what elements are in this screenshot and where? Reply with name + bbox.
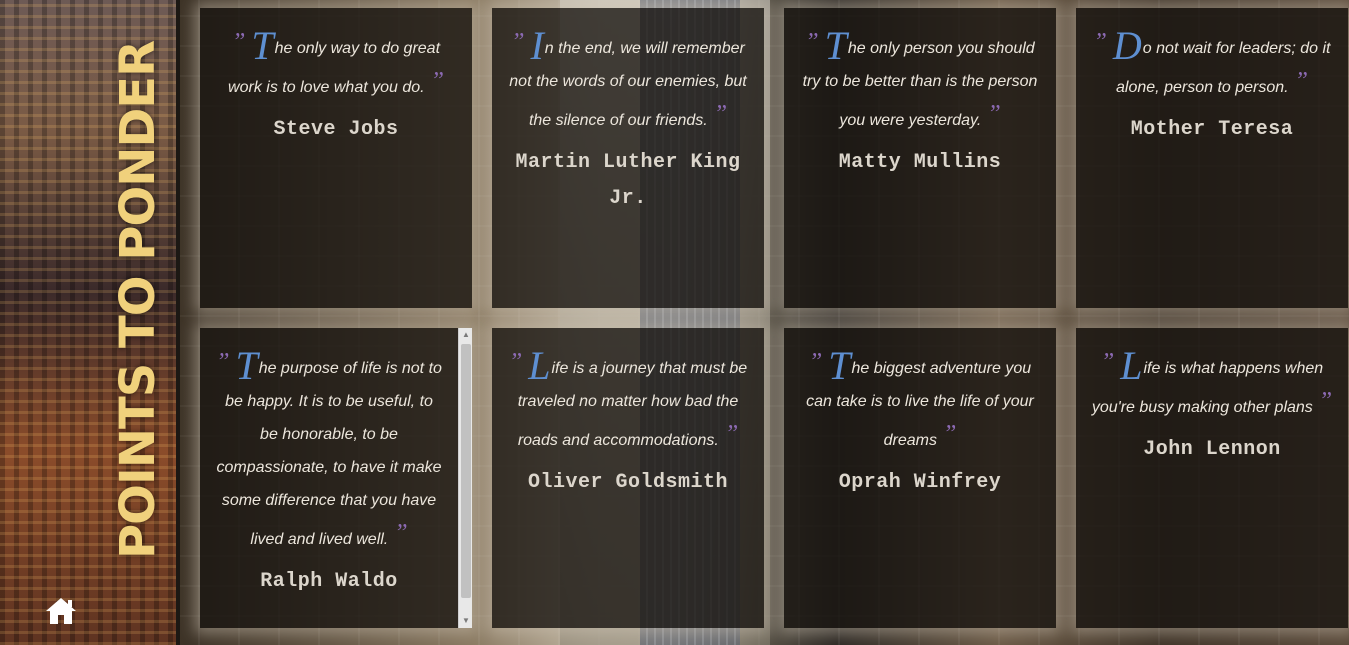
quote-text: ” Life is what happens when you're busy m…	[1076, 328, 1348, 424]
quote-author: Oliver Goldsmith	[527, 471, 729, 494]
scroll-up-arrow-icon[interactable]: ▲	[459, 328, 472, 342]
quote-text: ” The only way to do great work is to lov…	[200, 8, 472, 104]
open-quote-mark: ”	[1093, 29, 1107, 55]
quote-initial: L	[528, 343, 551, 388]
close-quote-mark: ”	[1318, 388, 1333, 414]
scroll-down-arrow-icon[interactable]: ▼	[459, 614, 472, 628]
quote-author: Ralph Waldo	[260, 570, 398, 593]
quote-author: Steve Jobs	[273, 118, 399, 141]
quote-initial: I	[530, 23, 544, 68]
quote-initial: L	[1120, 343, 1143, 388]
quote-body: n the end, we will remember not the word…	[509, 40, 747, 129]
quote-text: ” The biggest adventure you can take is t…	[784, 328, 1056, 457]
poster-title: POINTS TO PONDER	[110, 40, 166, 559]
open-quote-mark: ”	[805, 29, 819, 55]
quote-card: ” Do not wait for leaders; do it alone, p…	[1076, 8, 1348, 308]
close-quote-mark: ”	[713, 101, 728, 127]
open-quote-mark: ”	[808, 349, 823, 375]
quote-card-scrollable[interactable]: ” The purpose of life is not to be happy.…	[200, 328, 472, 628]
card-scrollbar[interactable]: ▲ ▼	[458, 328, 472, 628]
scroll-thumb[interactable]	[461, 344, 471, 598]
open-quote-mark: ”	[1100, 349, 1115, 375]
quote-text: ” Do not wait for leaders; do it alone, p…	[1076, 8, 1348, 104]
open-quote-mark: ”	[231, 29, 246, 55]
quote-initial: T	[828, 343, 851, 388]
open-quote-mark: ”	[508, 349, 523, 375]
close-quote-mark: ”	[943, 421, 957, 447]
quote-text: ” Life is a journey that must be traveled…	[492, 328, 764, 457]
quote-card: ” The only way to do great work is to lov…	[200, 8, 472, 308]
quote-card: ” The only person you should try to be be…	[784, 8, 1056, 308]
quote-text: ” The only person you should try to be be…	[784, 8, 1056, 137]
close-quote-mark: ”	[724, 421, 739, 447]
quote-author: Martin Luther King Jr.	[515, 151, 741, 210]
quote-author: Oprah Winfrey	[838, 471, 1002, 494]
open-quote-mark: ”	[511, 29, 525, 55]
open-quote-mark: ”	[216, 349, 230, 375]
quote-body: he purpose of life is not to be happy. I…	[216, 360, 442, 548]
quote-card: ” Life is a journey that must be traveled…	[492, 328, 764, 628]
quote-body: ife is a journey that must be traveled n…	[517, 360, 748, 449]
quote-initial: T	[235, 343, 258, 388]
quote-card: ” The biggest adventure you can take is t…	[784, 328, 1056, 628]
quote-card: ” Life is what happens when you're busy m…	[1076, 328, 1348, 628]
quote-author: Matty Mullins	[838, 151, 1002, 174]
home-icon[interactable]	[44, 596, 78, 626]
quote-initial: D	[1112, 23, 1142, 68]
close-quote-mark: ”	[394, 520, 408, 546]
quote-initial: T	[824, 23, 847, 68]
quote-author: Mother Teresa	[1130, 118, 1294, 141]
side-poster: POINTS TO PONDER	[0, 0, 180, 645]
close-quote-mark: ”	[430, 68, 444, 94]
quote-card: ” In the end, we will remember not the wo…	[492, 8, 764, 308]
quote-text: ” The purpose of life is not to be happy.…	[200, 328, 472, 556]
close-quote-mark: ”	[1294, 68, 1308, 94]
close-quote-mark: ”	[987, 101, 1001, 127]
quote-text: ” In the end, we will remember not the wo…	[492, 8, 764, 137]
quote-initial: T	[251, 23, 274, 68]
quote-author: John Lennon	[1143, 438, 1281, 461]
